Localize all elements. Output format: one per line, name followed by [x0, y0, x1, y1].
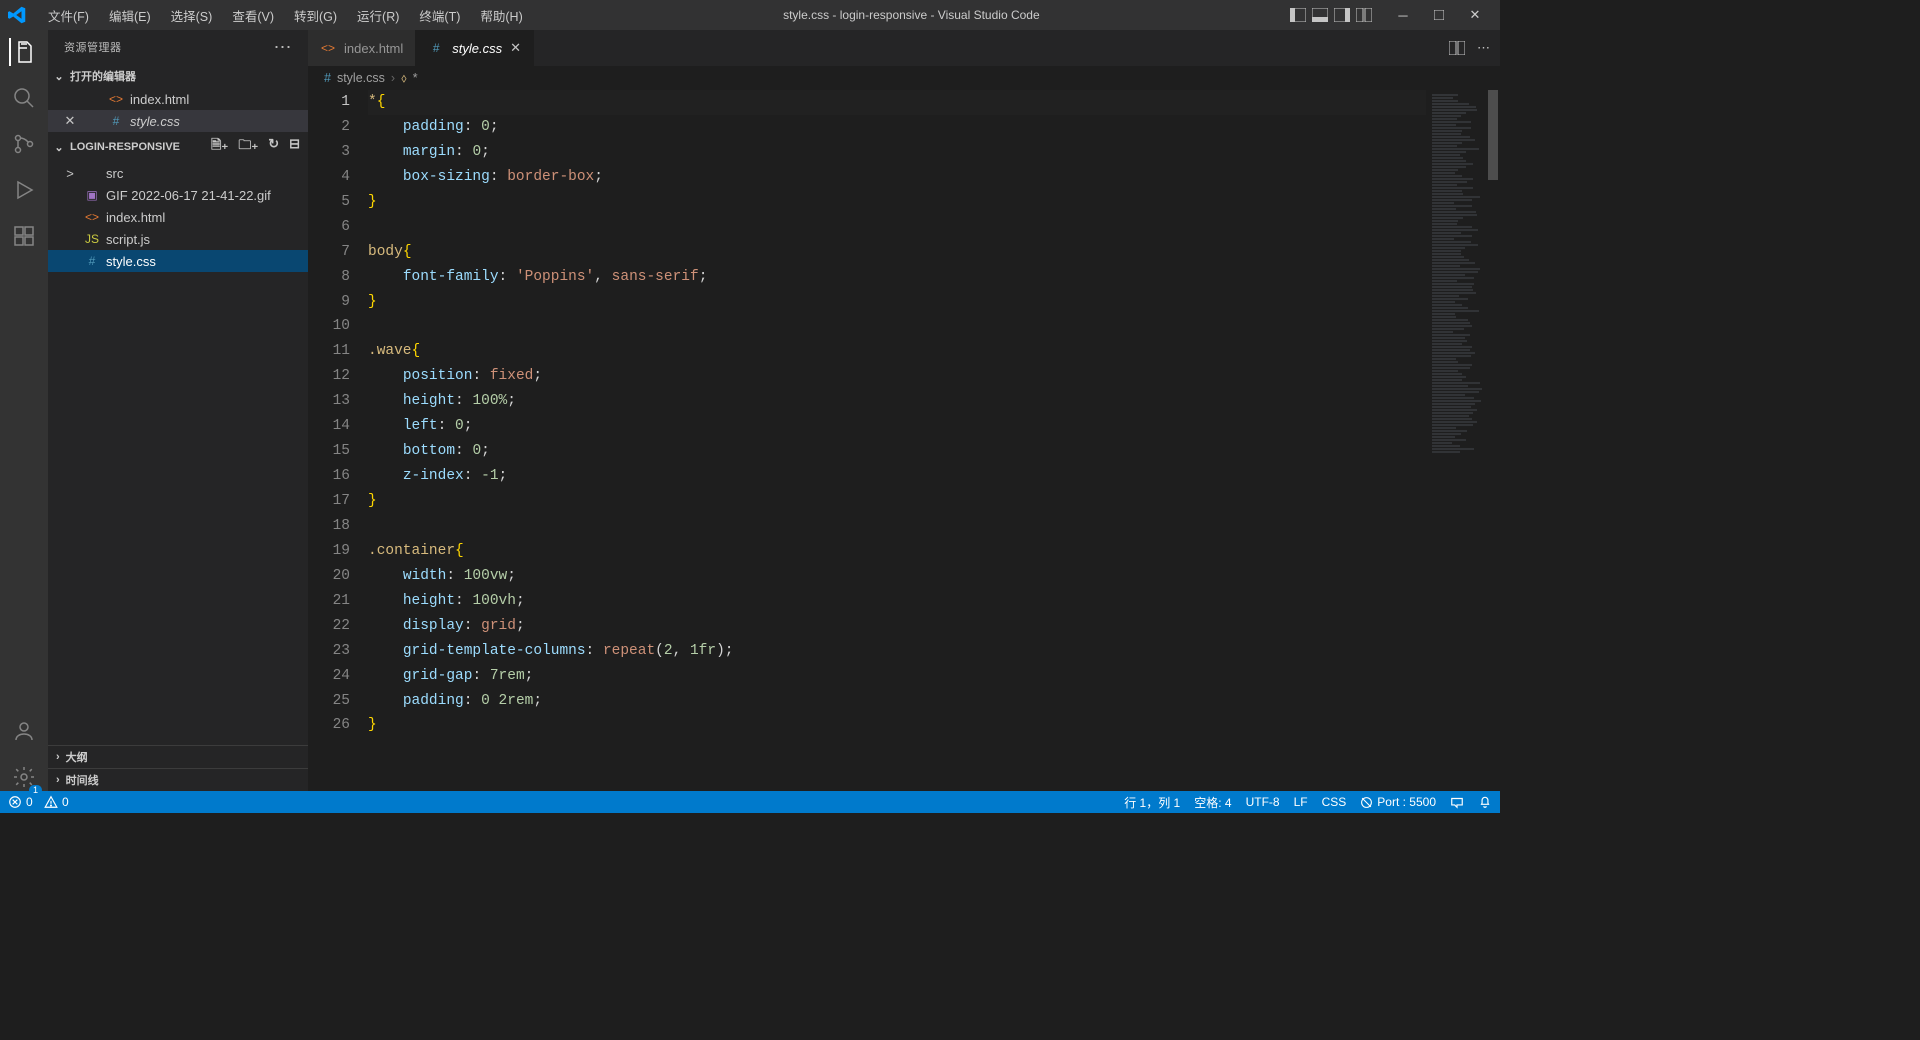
chevron-down-icon: ⌄: [52, 70, 66, 83]
tab-label: style.css: [452, 41, 502, 56]
close-tab-icon[interactable]: ✕: [510, 40, 521, 56]
activity-search[interactable]: [10, 84, 38, 112]
menu-item[interactable]: 运行(R): [347, 6, 409, 28]
status-cursor[interactable]: 行 1，列 1: [1124, 794, 1180, 811]
file-item[interactable]: JSscript.js: [48, 228, 308, 250]
menu-item[interactable]: 选择(S): [161, 6, 223, 28]
activity-account[interactable]: [10, 717, 38, 745]
close-editor-icon[interactable]: ✕: [62, 113, 78, 129]
sidebar-more-button[interactable]: ⋯: [274, 37, 293, 58]
statusbar: 0 0 行 1，列 1 空格: 4 UTF-8 LF CSS Port : 55…: [0, 791, 1500, 813]
css-icon: #: [324, 71, 331, 85]
file-name: index.html: [130, 92, 189, 107]
refresh-icon[interactable]: ↻: [268, 136, 279, 158]
file-name: script.js: [106, 232, 150, 247]
layout-bottom-icon[interactable]: [1312, 7, 1328, 23]
file-name: style.css: [130, 114, 180, 129]
titlebar: 文件(F)编辑(E)选择(S)查看(V)转到(G)运行(R)终端(T)帮助(H)…: [0, 0, 1500, 30]
file-item[interactable]: ▣GIF 2022-06-17 21-41-22.gif: [48, 184, 308, 206]
new-folder-icon[interactable]: 🗀₊: [238, 136, 258, 158]
symbol-icon: ⬨: [401, 71, 407, 86]
chevron-down-icon: ⌄: [52, 141, 66, 154]
activity-bar: [0, 30, 48, 791]
breadcrumb-file: style.css: [337, 71, 385, 85]
chevron-right-icon: ›: [56, 774, 60, 786]
sidebar: 资源管理器 ⋯ ⌄ 打开的编辑器 <>index.html✕#style.css…: [48, 30, 308, 791]
collapse-all-icon[interactable]: ⊟: [289, 136, 300, 158]
status-bell-icon[interactable]: [1478, 795, 1492, 809]
menu-item[interactable]: 帮助(H): [470, 6, 532, 28]
editor-tabs: <>index.html#style.css✕ ⋯: [308, 30, 1500, 66]
file-name: src: [106, 166, 123, 181]
status-feedback-icon[interactable]: [1450, 795, 1464, 809]
status-encoding[interactable]: UTF-8: [1246, 795, 1280, 809]
status-eol[interactable]: LF: [1294, 795, 1308, 809]
outline-section[interactable]: › 大纲: [48, 745, 308, 768]
split-editor-icon[interactable]: [1449, 41, 1465, 55]
file-name: GIF 2022-06-17 21-41-22.gif: [106, 188, 271, 203]
menu-item[interactable]: 查看(V): [222, 6, 284, 28]
activity-debug[interactable]: [10, 176, 38, 204]
layout-controls: [1290, 7, 1372, 23]
editor-tab[interactable]: <>index.html: [308, 30, 416, 66]
project-label: LOGIN-RESPONSIVE: [70, 141, 180, 153]
breadcrumb[interactable]: # style.css › ⬨ *: [308, 66, 1500, 90]
activity-settings[interactable]: [10, 763, 38, 791]
chevron-right-icon: ›: [56, 751, 60, 763]
editor-tab[interactable]: #style.css✕: [416, 30, 534, 66]
activity-explorer[interactable]: [9, 38, 37, 66]
layout-custom-icon[interactable]: [1356, 7, 1372, 23]
status-language[interactable]: CSS: [1322, 795, 1347, 809]
close-window-button[interactable]: ✕: [1458, 7, 1492, 23]
minimap[interactable]: [1426, 90, 1486, 791]
outline-label: 大纲: [66, 749, 88, 765]
tab-more-icon[interactable]: ⋯: [1477, 40, 1490, 56]
folder-item[interactable]: > src: [48, 162, 308, 184]
layout-right-icon[interactable]: [1334, 7, 1350, 23]
menu-item[interactable]: 文件(F): [38, 6, 99, 28]
open-editor-item[interactable]: ✕#style.css: [48, 110, 308, 132]
chevron-right-icon: ›: [391, 71, 395, 85]
status-problems[interactable]: 0 0: [8, 795, 69, 809]
maximize-button[interactable]: [1422, 7, 1456, 23]
window-title: style.css - login-responsive - Visual St…: [537, 8, 1286, 22]
activity-scm[interactable]: [10, 130, 38, 158]
menu-item[interactable]: 转到(G): [284, 6, 347, 28]
minimize-button[interactable]: ─: [1386, 7, 1420, 23]
activity-extensions[interactable]: [10, 222, 38, 250]
chevron-right-icon: >: [62, 166, 78, 181]
timeline-label: 时间线: [66, 772, 99, 788]
timeline-section[interactable]: › 时间线: [48, 768, 308, 791]
status-spaces[interactable]: 空格: 4: [1194, 794, 1231, 811]
vertical-scrollbar[interactable]: [1486, 90, 1500, 791]
menu-item[interactable]: 编辑(E): [99, 6, 161, 28]
open-editors-section[interactable]: ⌄ 打开的编辑器: [48, 64, 308, 88]
editor: <>index.html # style.css ✕ ⋯ # style.css › …: [308, 30, 1500, 791]
file-name: style.css: [106, 254, 156, 269]
file-item[interactable]: #style.css: [48, 250, 308, 272]
new-file-icon[interactable]: 🗎₊: [211, 136, 228, 158]
open-editor-item[interactable]: <>index.html: [48, 88, 308, 110]
vscode-icon: [8, 6, 26, 24]
project-section[interactable]: ⌄ LOGIN-RESPONSIVE 🗎₊ 🗀₊ ↻ ⊟: [48, 132, 308, 162]
breadcrumb-symbol: *: [413, 71, 418, 85]
file-name: index.html: [106, 210, 165, 225]
tab-label: index.html: [344, 41, 403, 56]
editor-body[interactable]: 1234567891011121314151617181920212223242…: [308, 90, 1500, 791]
menu-item[interactable]: 终端(T): [409, 6, 470, 28]
file-item[interactable]: <>index.html: [48, 206, 308, 228]
open-editors-label: 打开的编辑器: [70, 68, 136, 84]
status-port[interactable]: Port : 5500: [1360, 795, 1436, 809]
layout-left-icon[interactable]: [1290, 7, 1306, 23]
sidebar-title: 资源管理器: [64, 39, 122, 55]
